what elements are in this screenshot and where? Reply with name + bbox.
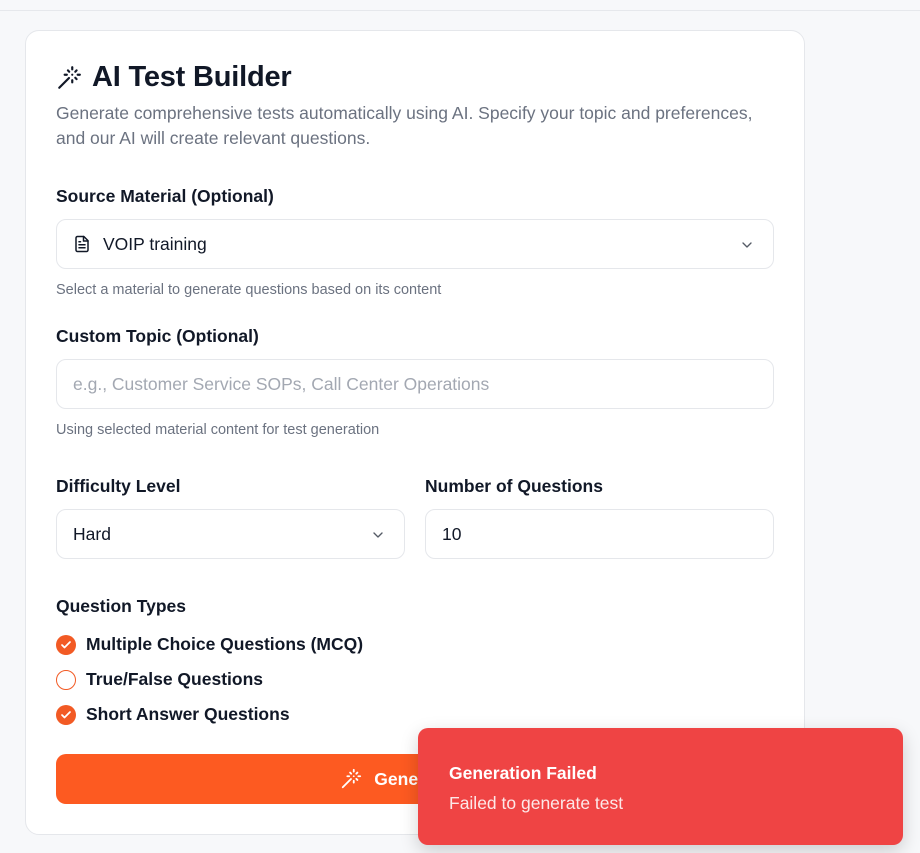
magic-wand-icon (58, 65, 81, 89)
toast-title: Generation Failed (449, 763, 597, 783)
checkbox-checked[interactable] (56, 704, 76, 725)
checkmark-icon (61, 640, 71, 648)
chevron-down-icon (742, 242, 752, 248)
error-toast[interactable]: Generation Failed Failed to generate tes… (418, 728, 903, 845)
title-row: AI Test Builder (56, 61, 292, 94)
question-type-label: True/False Questions (86, 669, 263, 689)
difficulty-label: Difficulty Level (56, 476, 181, 496)
question-types-label: Question Types (56, 596, 186, 616)
question-type-mcq[interactable]: Multiple Choice Questions (MCQ) (56, 634, 363, 655)
question-type-label: Short Answer Questions (86, 704, 290, 724)
document-icon (75, 235, 89, 253)
difficulty-value: Hard (73, 523, 111, 544)
checkbox-unchecked[interactable] (56, 669, 76, 690)
question-type-label: Multiple Choice Questions (MCQ) (86, 634, 364, 654)
source-material-label: Source Material (Optional) (56, 186, 274, 206)
custom-topic-hint: Using selected material content for test… (56, 422, 380, 438)
question-type-short-answer[interactable]: Short Answer Questions (56, 704, 290, 725)
page-subtitle: Generate comprehensive tests automatical… (56, 103, 753, 148)
toast-description: Failed to generate test (449, 793, 624, 813)
source-material-select[interactable]: VOIP training (56, 219, 774, 269)
num-questions-input[interactable]: 10 (425, 509, 774, 559)
custom-topic-input[interactable]: e.g., Customer Service SOPs, Call Center… (56, 359, 774, 409)
question-type-true-false[interactable]: True/False Questions (56, 669, 263, 690)
source-material-hint: Select a material to generate questions … (56, 282, 442, 298)
num-questions-value: 10 (442, 523, 462, 544)
chevron-down-icon (373, 532, 383, 538)
magic-wand-icon (342, 768, 362, 789)
checkmark-icon (61, 710, 71, 718)
difficulty-select[interactable]: Hard (56, 509, 405, 559)
top-divider (0, 10, 920, 11)
checkbox-checked[interactable] (56, 634, 76, 655)
custom-topic-label: Custom Topic (Optional) (56, 326, 259, 346)
source-material-value: VOIP training (103, 233, 207, 254)
page-title: AI Test Builder (92, 61, 292, 93)
custom-topic-placeholder: e.g., Customer Service SOPs, Call Center… (73, 373, 490, 394)
ai-test-builder-card: AI Test Builder Generate comprehensive t… (25, 30, 805, 835)
num-questions-label: Number of Questions (425, 476, 603, 496)
